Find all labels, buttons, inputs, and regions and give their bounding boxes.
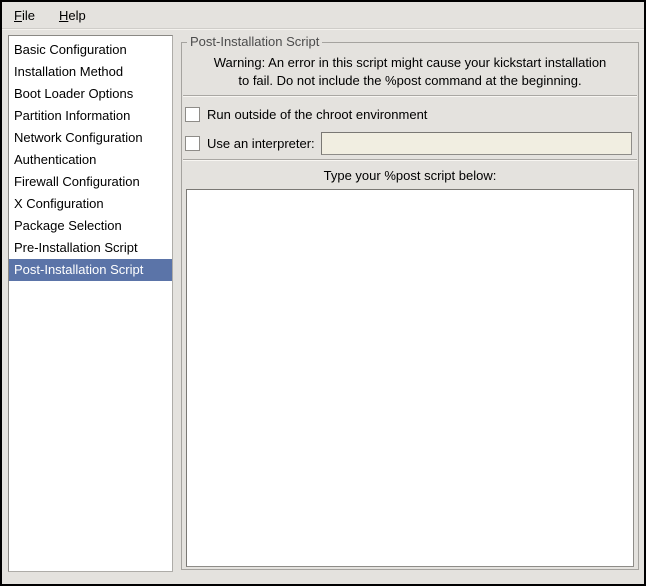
menu-file[interactable]: File (8, 4, 41, 27)
sidebar-item-basic-configuration[interactable]: Basic Configuration (9, 39, 172, 61)
warning-line-1: Warning: An error in this script might c… (182, 54, 638, 72)
category-list: Basic Configuration Installation Method … (8, 35, 173, 572)
sidebar-item-boot-loader-options[interactable]: Boot Loader Options (9, 83, 172, 105)
kickstart-configurator-window: File Help Basic Configuration Installati… (0, 0, 646, 586)
sidebar-item-x-configuration[interactable]: X Configuration (9, 193, 172, 215)
interpreter-checkbox[interactable] (185, 136, 200, 151)
chroot-checkbox[interactable] (185, 107, 200, 122)
frame-title: Post-Installation Script (187, 34, 322, 49)
post-script-textarea[interactable] (186, 189, 634, 567)
warning-line-2: to fail. Do not include the %post comman… (182, 72, 638, 90)
separator (183, 95, 637, 97)
chroot-checkbox-label[interactable]: Run outside of the chroot environment (207, 107, 427, 122)
post-installation-script-frame: Post-Installation Script Warning: An err… (181, 42, 639, 570)
interpreter-checkbox-label[interactable]: Use an interpreter: (207, 136, 315, 151)
sidebar-item-pre-installation-script[interactable]: Pre-Installation Script (9, 237, 172, 259)
sidebar-item-authentication[interactable]: Authentication (9, 149, 172, 171)
sidebar-item-post-installation-script[interactable]: Post-Installation Script (9, 259, 172, 281)
sidebar-item-network-configuration[interactable]: Network Configuration (9, 127, 172, 149)
sidebar-item-package-selection[interactable]: Package Selection (9, 215, 172, 237)
menubar: File Help (2, 2, 644, 29)
separator (183, 159, 637, 161)
sidebar-item-firewall-configuration[interactable]: Firewall Configuration (9, 171, 172, 193)
interpreter-input[interactable] (321, 132, 632, 155)
sidebar-item-partition-information[interactable]: Partition Information (9, 105, 172, 127)
script-area-label: Type your %post script below: (182, 168, 638, 183)
interpreter-checkbox-row: Use an interpreter: (185, 131, 632, 155)
sidebar-item-installation-method[interactable]: Installation Method (9, 61, 172, 83)
menu-help[interactable]: Help (53, 4, 92, 27)
warning-text: Warning: An error in this script might c… (182, 54, 638, 90)
chroot-checkbox-row: Run outside of the chroot environment (185, 104, 632, 124)
